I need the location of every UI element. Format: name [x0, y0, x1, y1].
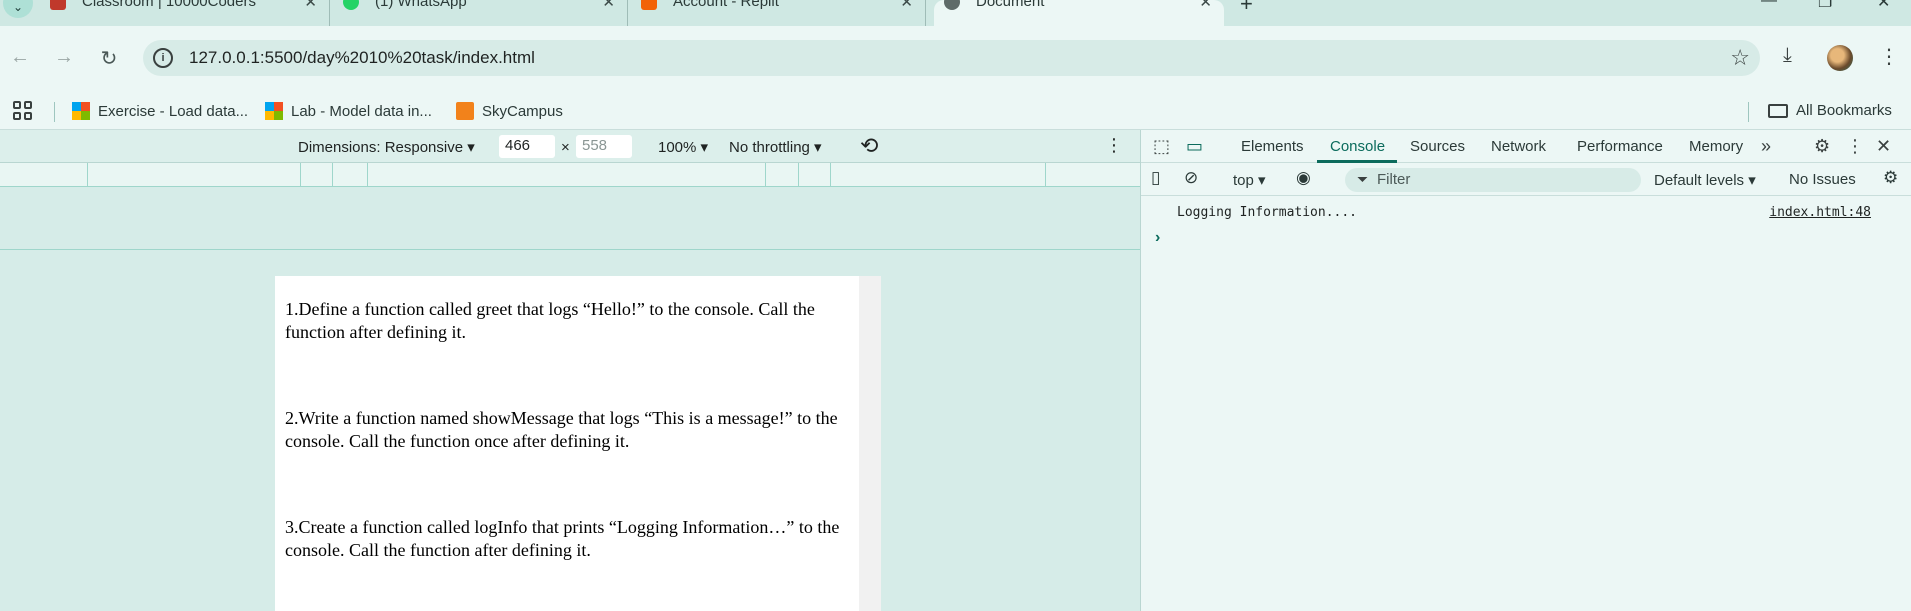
zoom-dropdown[interactable]: 100% ▾	[658, 138, 708, 156]
devtools-menu-icon[interactable]: ⋮	[1846, 136, 1864, 157]
console-filter-input[interactable]: ⏷ Filter	[1345, 168, 1641, 192]
url-text[interactable]: 127.0.0.1:5500/day%2010%20task/index.htm…	[189, 48, 535, 68]
address-bar[interactable]: i 127.0.0.1:5500/day%2010%20task/index.h…	[143, 40, 1760, 76]
tab-console[interactable]: Console	[1330, 138, 1385, 155]
live-expression-eye-icon[interactable]: ◉	[1296, 168, 1311, 188]
tab-document[interactable]: Document ✕	[934, 0, 1224, 26]
rendered-page: 1.Define a function called greet that lo…	[275, 276, 881, 611]
microsoft-icon	[72, 102, 90, 120]
tab-performance[interactable]: Performance	[1577, 138, 1663, 155]
page-scrollbar[interactable]	[859, 276, 881, 611]
device-toolbar: Dimensions: Responsive ▾ 466 × 558 100% …	[0, 130, 1140, 163]
close-icon[interactable]: ✕	[900, 0, 913, 11]
browser-toolbar: ← → ↻ i 127.0.0.1:5500/day%2010%20task/i…	[0, 26, 1911, 92]
rotate-icon[interactable]: ⟲	[860, 133, 878, 159]
site-info-icon[interactable]: i	[153, 48, 173, 68]
dropdown-arrow-icon: ▾	[1744, 172, 1756, 189]
tab-classroom[interactable]: Classroom | 10000Coders ✕	[40, 0, 330, 26]
minimize-icon[interactable]: —	[1761, 0, 1777, 10]
window-close-icon[interactable]: ✕	[1877, 0, 1890, 12]
tab-elements[interactable]: Elements	[1241, 138, 1304, 155]
reload-icon[interactable]: ↻	[97, 46, 121, 71]
globe-favicon-icon	[944, 0, 960, 10]
close-devtools-icon[interactable]: ✕	[1876, 136, 1891, 157]
task-text: 3.Create a function called logInfo that …	[285, 517, 840, 560]
tab-sources[interactable]: Sources	[1410, 138, 1465, 155]
apps-grid-icon[interactable]	[13, 101, 33, 121]
close-icon[interactable]: ✕	[602, 0, 615, 11]
whatsapp-favicon-icon	[343, 0, 359, 10]
times-sign: ×	[561, 139, 570, 156]
dimensions-dropdown[interactable]: Dimensions: Responsive ▾	[298, 138, 475, 156]
task-text: 1.Define a function called greet that lo…	[285, 299, 815, 342]
classroom-favicon-icon	[50, 0, 66, 10]
tab-network[interactable]: Network	[1491, 138, 1546, 155]
close-icon[interactable]: ✕	[1199, 0, 1212, 11]
dropdown-arrow-icon: ▾	[700, 139, 709, 156]
tab-replit[interactable]: Account - Replit ✕	[631, 0, 926, 26]
bookmark-lab[interactable]: Lab - Model data in...	[265, 102, 432, 120]
bookmarks-bar: Exercise - Load data... Lab - Model data…	[0, 92, 1911, 130]
device-toggle-icon[interactable]: ▭	[1186, 136, 1203, 157]
issues-button[interactable]: No Issues	[1789, 171, 1856, 188]
console-source-link[interactable]: index.html:48	[1769, 205, 1871, 220]
browser-menu-icon[interactable]: ⋮	[1879, 44, 1899, 69]
task-text: 2.Write a function named showMessage tha…	[285, 408, 838, 451]
more-tabs-icon[interactable]: »	[1761, 136, 1771, 157]
new-tab-button[interactable]: +	[1240, 0, 1253, 17]
inspect-element-icon[interactable]: ⬚	[1153, 136, 1170, 157]
download-icon[interactable]: ⤓	[1783, 44, 1792, 67]
devtools-tab-bar: ⬚ ▭ Elements Console Sources Network Per…	[1141, 130, 1911, 163]
ruler-area	[0, 187, 1140, 250]
width-input[interactable]: 466	[499, 135, 555, 158]
context-dropdown[interactable]: top ▾	[1233, 171, 1266, 189]
devtools-panel: ⬚ ▭ Elements Console Sources Network Per…	[1140, 130, 1911, 611]
clear-console-icon[interactable]: ⊘	[1184, 168, 1198, 188]
more-options-icon[interactable]: ⋮	[1105, 135, 1123, 156]
chevron-down-icon: ⌄	[12, 0, 24, 14]
console-toolbar: ▯ ⊘ top ▾ ◉ ⏷ Filter Default levels ▾ No…	[1141, 163, 1911, 196]
microsoft-icon	[265, 102, 283, 120]
console-settings-icon[interactable]: ⚙	[1883, 168, 1898, 188]
bookmark-star-icon[interactable]: ☆	[1730, 45, 1750, 71]
tab-whatsapp[interactable]: (1) WhatsApp ✕	[333, 0, 628, 26]
filter-icon: ⏷	[1357, 171, 1369, 187]
close-icon[interactable]: ✕	[304, 0, 317, 11]
tab-memory[interactable]: Memory	[1689, 138, 1743, 155]
throttling-dropdown[interactable]: No throttling ▾	[729, 138, 822, 156]
replit-favicon-icon	[641, 0, 657, 10]
divider	[1748, 102, 1749, 122]
restore-icon[interactable]: ❐	[1818, 0, 1832, 12]
tab-search-button[interactable]: ⌄	[3, 0, 33, 18]
tab-strip: ⌄ Classroom | 10000Coders ✕ (1) WhatsApp…	[0, 0, 1911, 26]
settings-gear-icon[interactable]: ⚙	[1814, 136, 1830, 157]
back-icon[interactable]: ←	[8, 46, 32, 69]
dropdown-arrow-icon: ▾	[467, 139, 475, 156]
all-bookmarks-button[interactable]: All Bookmarks	[1768, 102, 1892, 119]
height-input[interactable]: 558	[576, 135, 632, 158]
folder-icon	[1768, 103, 1788, 118]
dropdown-arrow-icon: ▾	[1253, 172, 1266, 189]
log-levels-dropdown[interactable]: Default levels ▾	[1654, 171, 1756, 189]
media-query-ruler[interactable]	[0, 163, 1140, 187]
console-prompt-icon[interactable]: ›	[1155, 229, 1160, 247]
console-log-message: Logging Information....	[1177, 205, 1358, 220]
forward-icon[interactable]: →	[52, 46, 76, 69]
bookmark-skycampus[interactable]: SkyCampus	[456, 102, 563, 120]
dropdown-arrow-icon: ▾	[814, 139, 822, 156]
sidebar-toggle-icon[interactable]: ▯	[1151, 168, 1160, 188]
divider	[54, 102, 55, 122]
skycampus-icon	[456, 102, 474, 120]
bookmark-exercise[interactable]: Exercise - Load data...	[72, 102, 248, 120]
device-viewport: 1.Define a function called greet that lo…	[0, 250, 1140, 611]
profile-avatar[interactable]	[1827, 45, 1853, 71]
